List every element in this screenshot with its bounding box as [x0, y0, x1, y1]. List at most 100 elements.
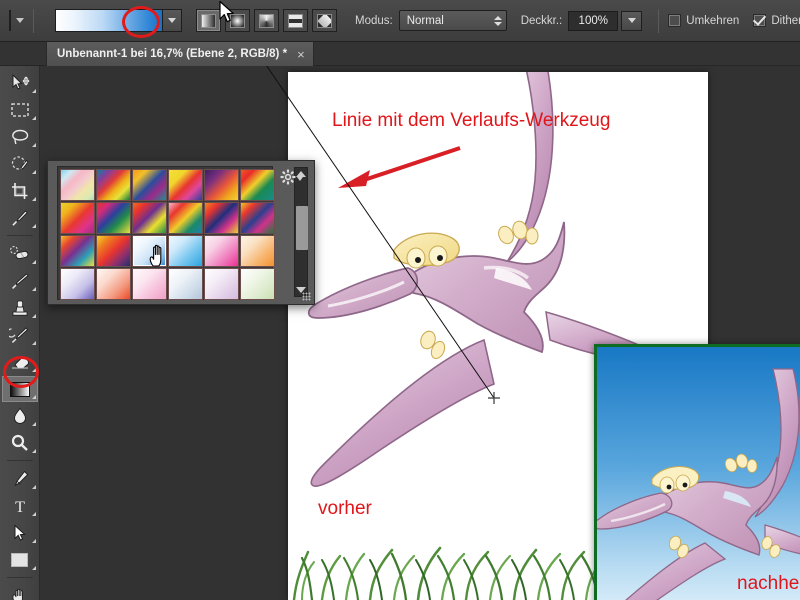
gradient-swatch-gold-red-navy[interactable]	[96, 235, 131, 267]
tool-expand-corner-icon	[31, 224, 36, 228]
divider	[33, 8, 34, 33]
opacity-input[interactable]: 100%	[568, 10, 619, 31]
mode-label: Modus:	[355, 14, 393, 27]
gradient-picker-panel[interactable]	[47, 160, 315, 305]
angle-gradient-icon	[259, 13, 274, 28]
canvas-area[interactable]: Linie mit dem Verlaufs-Werkzeug vorher n…	[40, 66, 800, 600]
gradient-swatch-orange-navy-magenta[interactable]	[204, 202, 239, 234]
linear-gradient-button[interactable]	[196, 9, 221, 32]
hand-tool[interactable]	[2, 583, 38, 600]
gradient-picker-scrollbar[interactable]	[294, 167, 308, 297]
reflected-gradient-button[interactable]	[283, 9, 308, 32]
gradient-swatch-orange-teal-violet[interactable]	[60, 235, 95, 267]
dither-checkbox-row[interactable]: Dither	[753, 14, 800, 27]
gradient-swatch-violet-orange[interactable]	[204, 169, 239, 201]
linear-gradient-icon	[201, 13, 216, 28]
eyedropper-tool[interactable]	[2, 205, 38, 231]
gradient-swatch-white-green[interactable]	[240, 268, 275, 300]
gradient-swatch-white-rose[interactable]	[132, 268, 167, 300]
gradient-swatch-yellow-navy-green[interactable]	[240, 202, 275, 234]
gradient-swatch-red-blue-yellow[interactable]	[96, 202, 131, 234]
diamond-gradient-button[interactable]	[312, 9, 337, 32]
dodge-tool[interactable]	[2, 430, 38, 456]
gradient-swatch-red-green-magenta[interactable]	[240, 169, 275, 201]
tool-expand-corner-icon	[31, 395, 36, 399]
type-tool[interactable]: T	[2, 493, 38, 519]
gradient-swatch-pink-magenta[interactable]	[204, 235, 239, 267]
gradient-swatch-white-lavender[interactable]	[204, 268, 239, 300]
tool-expand-corner-icon	[31, 116, 36, 120]
gradient-swatch-peach-orange[interactable]	[240, 235, 275, 267]
tool-expand-corner-icon	[31, 449, 36, 453]
tool-expand-corner-icon	[31, 260, 36, 264]
reverse-checkbox-row[interactable]: Umkehren	[668, 14, 739, 27]
gradient-swatch-orange-blue-teal[interactable]	[132, 169, 167, 201]
gradient-swatch-grid	[60, 169, 275, 300]
gradient-swatch-yellow-magenta[interactable]	[60, 202, 95, 234]
tool-expand-corner-icon	[31, 566, 36, 570]
gradient-swatch-white-indigo[interactable]	[60, 268, 95, 300]
panel-menu-chevron-down-icon[interactable]	[297, 177, 303, 181]
opacity-dropdown-button[interactable]	[621, 10, 643, 31]
clone-stamp-tool[interactable]	[2, 295, 38, 321]
gradient-swatch-yellow-pink-blue[interactable]	[168, 169, 203, 201]
healing-brush-tool[interactable]	[2, 241, 38, 267]
angle-gradient-button[interactable]	[254, 9, 279, 32]
diamond-gradient-icon	[317, 13, 332, 28]
radial-gradient-icon	[230, 13, 245, 28]
lasso-tool[interactable]	[2, 124, 38, 150]
gear-icon[interactable]	[280, 169, 296, 185]
tool-expand-corner-icon	[31, 314, 36, 318]
active-tool-preview-icon[interactable]	[9, 10, 11, 31]
scrollbar-thumb[interactable]	[296, 206, 308, 250]
select-spinner-icon	[493, 15, 502, 26]
move-tool[interactable]	[2, 70, 38, 96]
tool-expand-corner-icon	[31, 341, 36, 345]
gradient-swatch-white-steel-blue[interactable]	[168, 268, 203, 300]
reverse-checkbox[interactable]	[668, 14, 682, 27]
pen-tool[interactable]	[2, 466, 38, 492]
tool-expand-corner-icon	[31, 512, 36, 516]
gradient-swatch-pink-yellow-teal[interactable]	[168, 202, 203, 234]
quick-selection-tool[interactable]	[2, 151, 38, 177]
gradient-type-buttons	[196, 9, 337, 32]
gradient-picker-dropdown-button[interactable]	[162, 10, 181, 31]
chevron-down-icon	[168, 18, 176, 23]
toolbox-divider	[6, 577, 33, 578]
tool-options-bar: Modus: Normal Deckkr.: 100% Umkehren Dit…	[0, 0, 800, 42]
blur-tool[interactable]	[2, 403, 38, 429]
path-selection-tool[interactable]	[2, 520, 38, 546]
rectangle-shape-tool[interactable]	[2, 547, 38, 573]
crop-tool[interactable]	[2, 178, 38, 204]
reflected-gradient-icon	[288, 13, 303, 28]
chevron-down-icon	[627, 18, 636, 23]
close-icon[interactable]: ×	[297, 47, 305, 62]
tool-expand-corner-icon	[31, 89, 36, 93]
tool-expand-corner-icon	[31, 539, 36, 543]
rectangular-marquee-tool[interactable]	[2, 97, 38, 123]
dither-checkbox[interactable]	[753, 14, 767, 27]
reverse-label: Umkehren	[686, 14, 740, 27]
panel-resize-grip[interactable]	[302, 292, 311, 301]
gradient-swatch-cyan-sky[interactable]	[168, 235, 203, 267]
radial-gradient-button[interactable]	[225, 9, 250, 32]
gradient-preview-picker[interactable]	[55, 9, 182, 32]
document-tab[interactable]: Unbenannt-1 bei 16,7% (Ebene 2, RGB/8) *…	[46, 42, 314, 66]
gradient-tool[interactable]	[1, 376, 38, 402]
gradient-preview-swatch[interactable]	[56, 10, 162, 31]
gradient-swatch-orange-purple-green[interactable]	[132, 202, 167, 234]
tool-expand-corner-icon	[31, 170, 36, 174]
history-brush-tool[interactable]	[2, 322, 38, 348]
gradient-swatch-list[interactable]	[57, 166, 275, 300]
svg-text:T: T	[15, 499, 25, 515]
gradient-swatch-teal-violet-green[interactable]	[96, 169, 131, 201]
gradient-swatch-pastel-rainbow[interactable]	[60, 169, 95, 201]
eraser-tool[interactable]	[2, 349, 38, 375]
gradient-tool-icon	[9, 381, 30, 397]
tool-expand-corner-icon	[31, 197, 36, 201]
brush-tool[interactable]	[2, 268, 38, 294]
blend-mode-select[interactable]: Normal	[398, 10, 507, 31]
gradient-swatch-white-red[interactable]	[96, 268, 131, 300]
gradient-swatch-white-to-blue[interactable]	[132, 235, 167, 267]
tool-preset-chevron-down-icon[interactable]	[16, 18, 24, 23]
